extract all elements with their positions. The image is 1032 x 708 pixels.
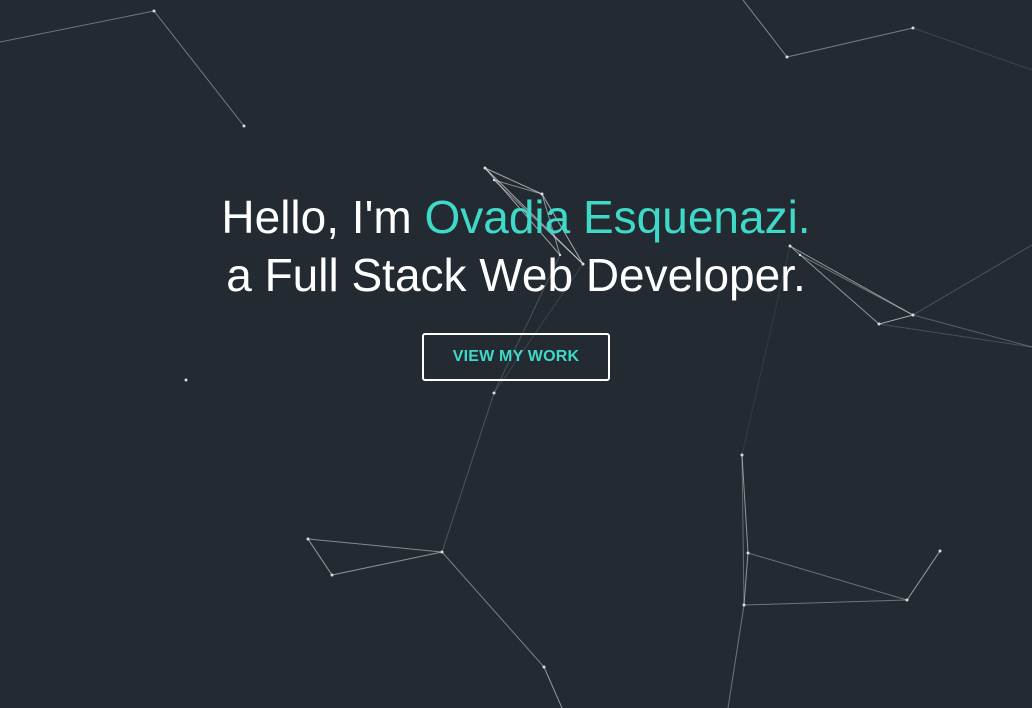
particle-node	[742, 603, 746, 607]
particle-node	[492, 178, 496, 182]
particle-node	[785, 55, 789, 59]
hero-section: Hello, I'm Ovadia Esquenazi. a Full Stac…	[0, 0, 1032, 708]
particle-link	[743, 552, 749, 606]
particle-node	[911, 313, 915, 317]
particle-node	[740, 453, 744, 457]
particle-node	[242, 124, 246, 128]
particle-node	[938, 549, 942, 553]
particle-link	[742, 0, 788, 58]
particle-link	[786, 27, 914, 58]
particle-link	[441, 551, 545, 668]
particle-node	[440, 550, 444, 554]
particle-link	[743, 599, 908, 606]
particle-link	[543, 666, 563, 708]
particle-link	[307, 538, 443, 553]
greeting-prefix: Hello, I'm	[221, 191, 425, 243]
particle-link	[153, 10, 245, 127]
particle-node	[330, 573, 334, 577]
developer-name: Ovadia Esquenazi.	[424, 191, 811, 243]
particle-node	[877, 322, 881, 326]
particle-link	[307, 538, 333, 576]
particle-link	[727, 604, 745, 708]
particle-node	[542, 665, 546, 669]
particle-node	[911, 26, 915, 30]
view-my-work-button[interactable]: VIEW MY WORK	[422, 333, 610, 381]
particle-node	[492, 391, 496, 395]
particle-link	[878, 314, 914, 325]
particle-link	[441, 392, 495, 553]
particle-link	[747, 552, 908, 601]
greeting-line: Hello, I'm Ovadia Esquenazi.	[0, 188, 1032, 246]
hero-headline: Hello, I'm Ovadia Esquenazi. a Full Stac…	[0, 188, 1032, 304]
particle-node	[483, 166, 487, 170]
particle-node	[152, 9, 156, 13]
particle-node	[905, 598, 909, 602]
particle-node	[184, 378, 188, 382]
particle-link	[331, 551, 443, 576]
particle-node	[306, 537, 310, 541]
tagline: a Full Stack Web Developer.	[226, 249, 806, 301]
particle-node	[746, 551, 750, 555]
particle-link	[878, 323, 1032, 348]
particle-link	[0, 10, 155, 43]
particle-link	[912, 314, 1032, 348]
particle-link	[912, 27, 1032, 71]
particle-link	[906, 550, 941, 601]
